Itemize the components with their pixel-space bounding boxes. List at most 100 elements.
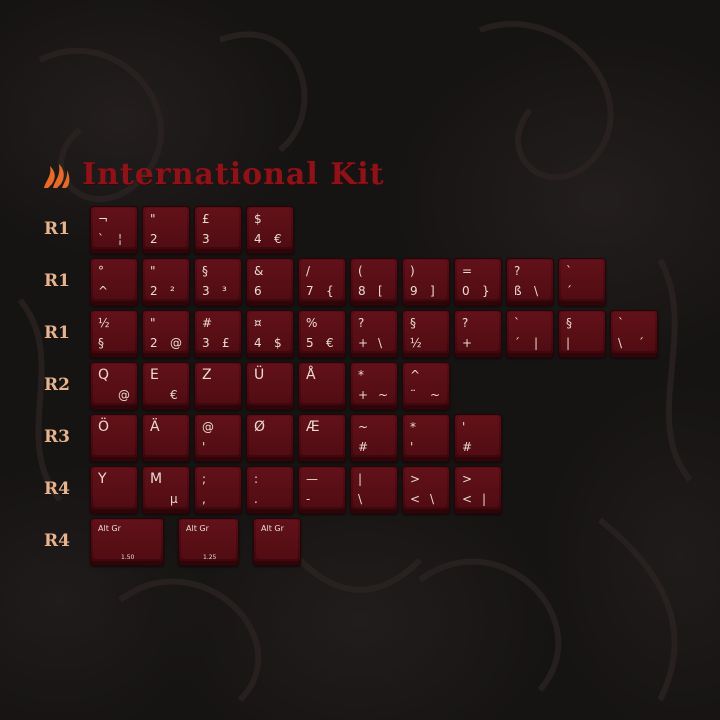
- row-label: R1: [44, 219, 70, 239]
- keycap: — -: [298, 466, 346, 514]
- damask-background: [0, 0, 720, 720]
- keycap-legend: <: [410, 492, 421, 506]
- keycap: " 2 ²: [142, 258, 190, 306]
- keycap-legend: ?: [462, 316, 469, 330]
- keycap-legend: |: [358, 472, 363, 486]
- keycap: Q @: [90, 362, 138, 410]
- keycap-legend: #: [202, 316, 213, 330]
- keycap-legend: ': [202, 440, 206, 454]
- keycap-legend: =: [462, 264, 473, 278]
- keycap-legend: ": [150, 212, 156, 226]
- keycap: Æ: [298, 414, 346, 462]
- keycap-legend: \: [358, 492, 363, 506]
- keycap-legend: ¦: [118, 232, 123, 246]
- keycap-legend: ?: [514, 264, 521, 278]
- keycap-size-label: 1.25: [203, 554, 217, 561]
- keycap-legend: 3: [202, 336, 210, 350]
- keycap-legend: \: [378, 336, 383, 350]
- keycap-legend: (: [358, 264, 363, 278]
- keycap: ) 9]: [402, 258, 450, 306]
- keycap-legend: €: [170, 388, 178, 402]
- row-label: R4: [44, 531, 70, 551]
- keycap: :.: [246, 466, 294, 514]
- keycap-legend: §: [566, 316, 572, 330]
- keycap: ° ^: [90, 258, 138, 306]
- keycap: % 5 €: [298, 310, 346, 358]
- title-row: International Kit: [42, 154, 385, 194]
- keycap-legend: }: [482, 284, 490, 298]
- keycap-legend: `: [566, 264, 572, 278]
- keycap-legend: 3: [202, 284, 210, 298]
- keycap: ? +: [454, 310, 502, 358]
- keycap-legend: 6: [254, 284, 262, 298]
- keycap-legend: @: [170, 336, 182, 350]
- keycap-legend: \: [618, 336, 623, 350]
- keycap-legend: %: [306, 316, 318, 330]
- keycap-size-label: 1.50: [121, 554, 135, 561]
- keycap: | \: [350, 466, 398, 514]
- keycap-legend: 5: [306, 336, 314, 350]
- keycap-legend: ]: [430, 284, 435, 298]
- keycap-legend: ^: [98, 284, 109, 298]
- keycap-legend: ½: [410, 336, 422, 350]
- keycap-legend: $: [274, 336, 282, 350]
- keycap-legend: Alt Gr: [186, 524, 209, 533]
- keycap: Ö: [90, 414, 138, 462]
- keycap: ¬ ` ¦: [90, 206, 138, 254]
- keycap: ` ´: [558, 258, 606, 306]
- keycap-legend: <: [462, 492, 473, 506]
- keycap-legend: ,: [202, 492, 206, 506]
- keycap: Ü: [246, 362, 294, 410]
- keycap: * + ~: [350, 362, 398, 410]
- keycap: Y: [90, 466, 138, 514]
- keycap: @ ': [194, 414, 242, 462]
- keycap-legend: §: [410, 316, 416, 330]
- keycap-legend: ³: [222, 284, 227, 298]
- keycap-legend: &: [254, 264, 264, 278]
- keycap-legend: Å: [306, 367, 316, 383]
- keycap-legend: @: [202, 420, 214, 434]
- keycap: ? + \: [350, 310, 398, 358]
- keycap: & 6: [246, 258, 294, 306]
- keycap: = 0}: [454, 258, 502, 306]
- keycap-legend: *: [410, 420, 416, 434]
- keycap: § 3 ³: [194, 258, 242, 306]
- keycap-legend: §: [202, 264, 208, 278]
- keycap-legend: :: [254, 472, 259, 486]
- keycap-legend: ): [410, 264, 415, 278]
- keycap: ' #: [454, 414, 502, 462]
- keycap-legend: µ: [170, 492, 178, 506]
- damask-pattern: [17, 21, 693, 703]
- keycap-legend: /: [306, 264, 311, 278]
- keycap: ` \ ´: [610, 310, 658, 358]
- keycap-legend: ^: [410, 368, 421, 382]
- keycap: Alt Gr 1.50: [90, 518, 164, 566]
- keycap: ` ´ |: [506, 310, 554, 358]
- flame-logo-icon: [44, 164, 70, 188]
- keycap: ½ §: [90, 310, 138, 358]
- keycap-legend: ß: [514, 284, 522, 298]
- keycap-legend: #: [462, 440, 473, 454]
- keycap-legend: $: [254, 212, 262, 226]
- keycap: (8 [: [350, 258, 398, 306]
- keycap: > < |: [454, 466, 502, 514]
- keycap: Ø: [246, 414, 294, 462]
- keycap: ? ß \: [506, 258, 554, 306]
- keycap-legend: Ø: [254, 419, 266, 435]
- keycap-legend: §: [98, 336, 104, 350]
- keycap-legend: [: [378, 284, 383, 298]
- keycap-legend: +: [358, 336, 369, 350]
- keycap-legend: ~: [378, 388, 389, 402]
- keycap-legend: Ä: [150, 419, 160, 435]
- keycap-legend: ': [462, 420, 466, 434]
- keycap-legend: |: [566, 336, 571, 350]
- keycap-legend: ': [410, 440, 414, 454]
- keycap-legend: €: [326, 336, 334, 350]
- keycap-legend: |: [534, 336, 539, 350]
- keycap-legend: Alt Gr: [98, 524, 121, 533]
- keycap-legend: 2: [150, 284, 158, 298]
- keycap-legend: ´: [514, 336, 520, 350]
- keycap-legend: Ö: [98, 419, 110, 435]
- row-label: R2: [44, 375, 70, 395]
- keycap-legend: ´: [638, 336, 644, 350]
